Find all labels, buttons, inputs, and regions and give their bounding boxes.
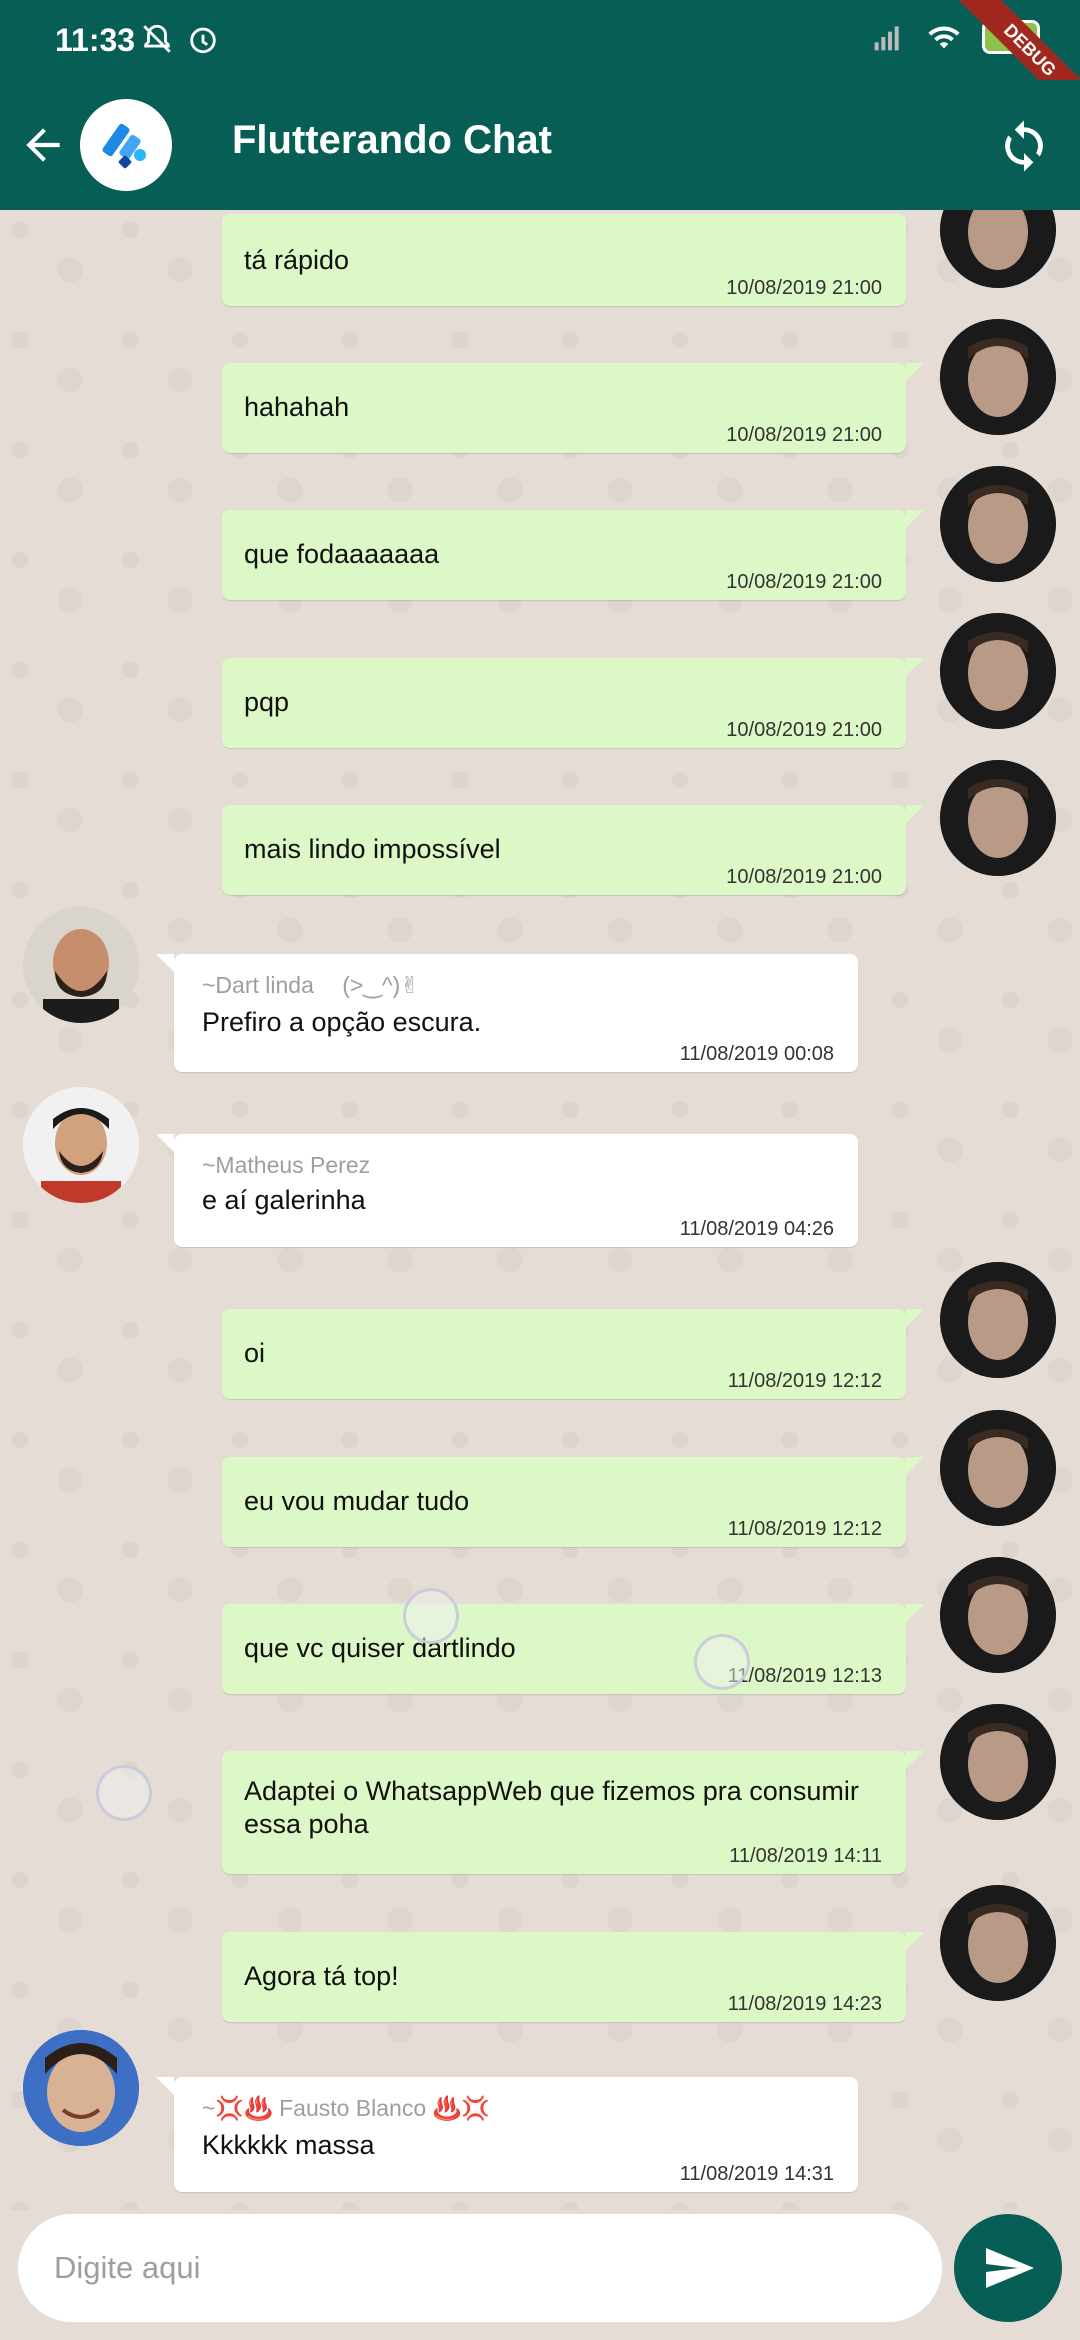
group-avatar[interactable] [80,99,172,191]
message-time: 10/08/2019 21:00 [726,719,882,741]
avatar[interactable] [940,1704,1056,1820]
message-time: 11/08/2019 04:26 [679,1218,834,1240]
user-photo-icon [23,907,139,1023]
user-photo-icon [940,613,1056,729]
message-time: 10/08/2019 21:00 [726,424,882,446]
message-time: 11/08/2019 14:23 [727,1993,882,2015]
message-time: 10/08/2019 21:00 [726,571,882,593]
send-icon [986,2248,1034,2288]
message-text: Agora tá top! [244,1961,399,1991]
message-bubble-outgoing[interactable]: que fodaaaaaaa 10/08/2019 21:00 [222,510,924,600]
avatar[interactable] [940,1410,1056,1526]
user-photo-icon [940,466,1056,582]
user-photo-icon [940,210,1056,288]
message-text-line: Adaptei o WhatsappWeb que fizemos pra co… [244,1776,859,1806]
message-bubble-outgoing[interactable]: oi 11/08/2019 12:12 [222,1309,924,1399]
avatar[interactable] [940,319,1056,435]
message-time: 11/08/2019 12:12 [727,1518,882,1540]
message-text: que fodaaaaaaa [244,539,440,569]
avatar[interactable] [940,1262,1056,1378]
message-bubble-outgoing[interactable]: que vc quiser dartlindo 11/08/2019 12:13 [222,1604,924,1694]
message-text: mais lindo impossível [244,834,501,864]
message-time: 11/08/2019 00:08 [679,1043,834,1065]
message-text: Kkkkkk massa [202,2130,375,2160]
message-bubble-outgoing[interactable]: mais lindo impossível 10/08/2019 21:00 [222,805,924,895]
message-bubble-outgoing[interactable]: tá rápido 10/08/2019 21:00 [222,214,906,306]
message-text: e aí galerinha [202,1185,366,1215]
message-time: 11/08/2019 12:13 [727,1665,882,1687]
message-bubble-incoming[interactable]: ~Matheus Perez e aí galerinha 11/08/2019… [156,1134,858,1247]
message-text: Prefiro a opção escura. [202,1007,482,1037]
chat-message-list[interactable]: tá rápido 10/08/2019 21:00 hahahah 10/08… [0,210,1080,2210]
message-bubble-outgoing[interactable]: Agora tá top! 11/08/2019 14:23 [222,1932,924,2022]
user-photo-icon [940,319,1056,435]
user-photo-icon [23,2030,139,2146]
alarm-icon [190,27,216,54]
message-bubble-outgoing[interactable]: hahahah 10/08/2019 21:00 [222,363,924,453]
sender-name: ~💢♨️ Fausto Blanco ♨️💢 [202,2095,490,2121]
message-time: 11/08/2019 12:12 [727,1370,882,1392]
user-photo-icon [940,1885,1056,2001]
mute-bell-icon [143,24,171,53]
message-bubble-incoming[interactable]: ~💢♨️ Fausto Blanco ♨️💢 Kkkkkk massa 11/0… [156,2077,858,2192]
refresh-icon[interactable] [996,118,1052,174]
back-arrow-icon[interactable] [18,120,68,170]
message-time: 10/08/2019 21:00 [726,866,882,888]
message-text-line: essa poha [244,1809,369,1839]
message-composer [0,2210,1080,2340]
sender-emoticon: (>‿^)✌ [342,972,420,998]
message-text: Adaptei o WhatsappWeb que fizemos pra co… [244,1775,859,1841]
flutterando-logo-icon [102,123,146,169]
touch-indicator [403,1588,459,1644]
avatar[interactable] [23,907,139,1023]
user-photo-icon [940,1410,1056,1526]
sender-name-text: ~Dart linda [202,972,314,998]
message-time: 11/08/2019 14:31 [679,2163,834,2185]
chat-title: Flutterando Chat [232,118,552,162]
message-text: tá rápido [244,245,350,275]
status-bar: 11:33 86 DEBUG [0,0,1080,128]
message-text: pqp [244,687,290,717]
avatar[interactable] [940,466,1056,582]
message-text: oi [244,1338,266,1368]
avatar[interactable] [940,210,1056,288]
app-bar: Flutterando Chat [0,80,1080,210]
message-bubble-outgoing[interactable]: Adaptei o WhatsappWeb que fizemos pra co… [222,1751,924,1874]
avatar[interactable] [940,1885,1056,2001]
signal-icon [874,26,899,51]
touch-indicator [96,1765,152,1821]
message-bubble-outgoing[interactable]: eu vou mudar tudo 11/08/2019 12:12 [222,1457,924,1547]
avatar[interactable] [23,2030,139,2146]
user-photo-icon [940,1704,1056,1820]
send-button[interactable] [954,2214,1062,2322]
touch-indicator [694,1634,750,1690]
user-photo-icon [23,1087,139,1203]
user-photo-icon [940,760,1056,876]
wifi-icon [928,26,960,49]
sender-name: ~Dart linda (>‿^)✌ [202,972,420,999]
message-text: que vc quiser dartlindo [244,1633,516,1663]
message-input[interactable] [18,2214,942,2322]
avatar[interactable] [940,1557,1056,1673]
sender-name: ~Matheus Perez [202,1152,371,1178]
avatar[interactable] [940,760,1056,876]
message-time: 10/08/2019 21:00 [726,277,882,299]
status-time: 11:33 [55,22,136,58]
user-photo-icon [940,1557,1056,1673]
message-time: 11/08/2019 14:11 [729,1845,882,1867]
message-bubble-incoming[interactable]: ~Dart linda (>‿^)✌ Prefiro a opção escur… [156,954,858,1072]
user-photo-icon [940,1262,1056,1378]
message-text: eu vou mudar tudo [244,1486,470,1516]
avatar[interactable] [940,613,1056,729]
message-text: hahahah [244,392,350,422]
avatar[interactable] [23,1087,139,1203]
message-bubble-outgoing[interactable]: pqp 10/08/2019 21:00 [222,658,924,748]
